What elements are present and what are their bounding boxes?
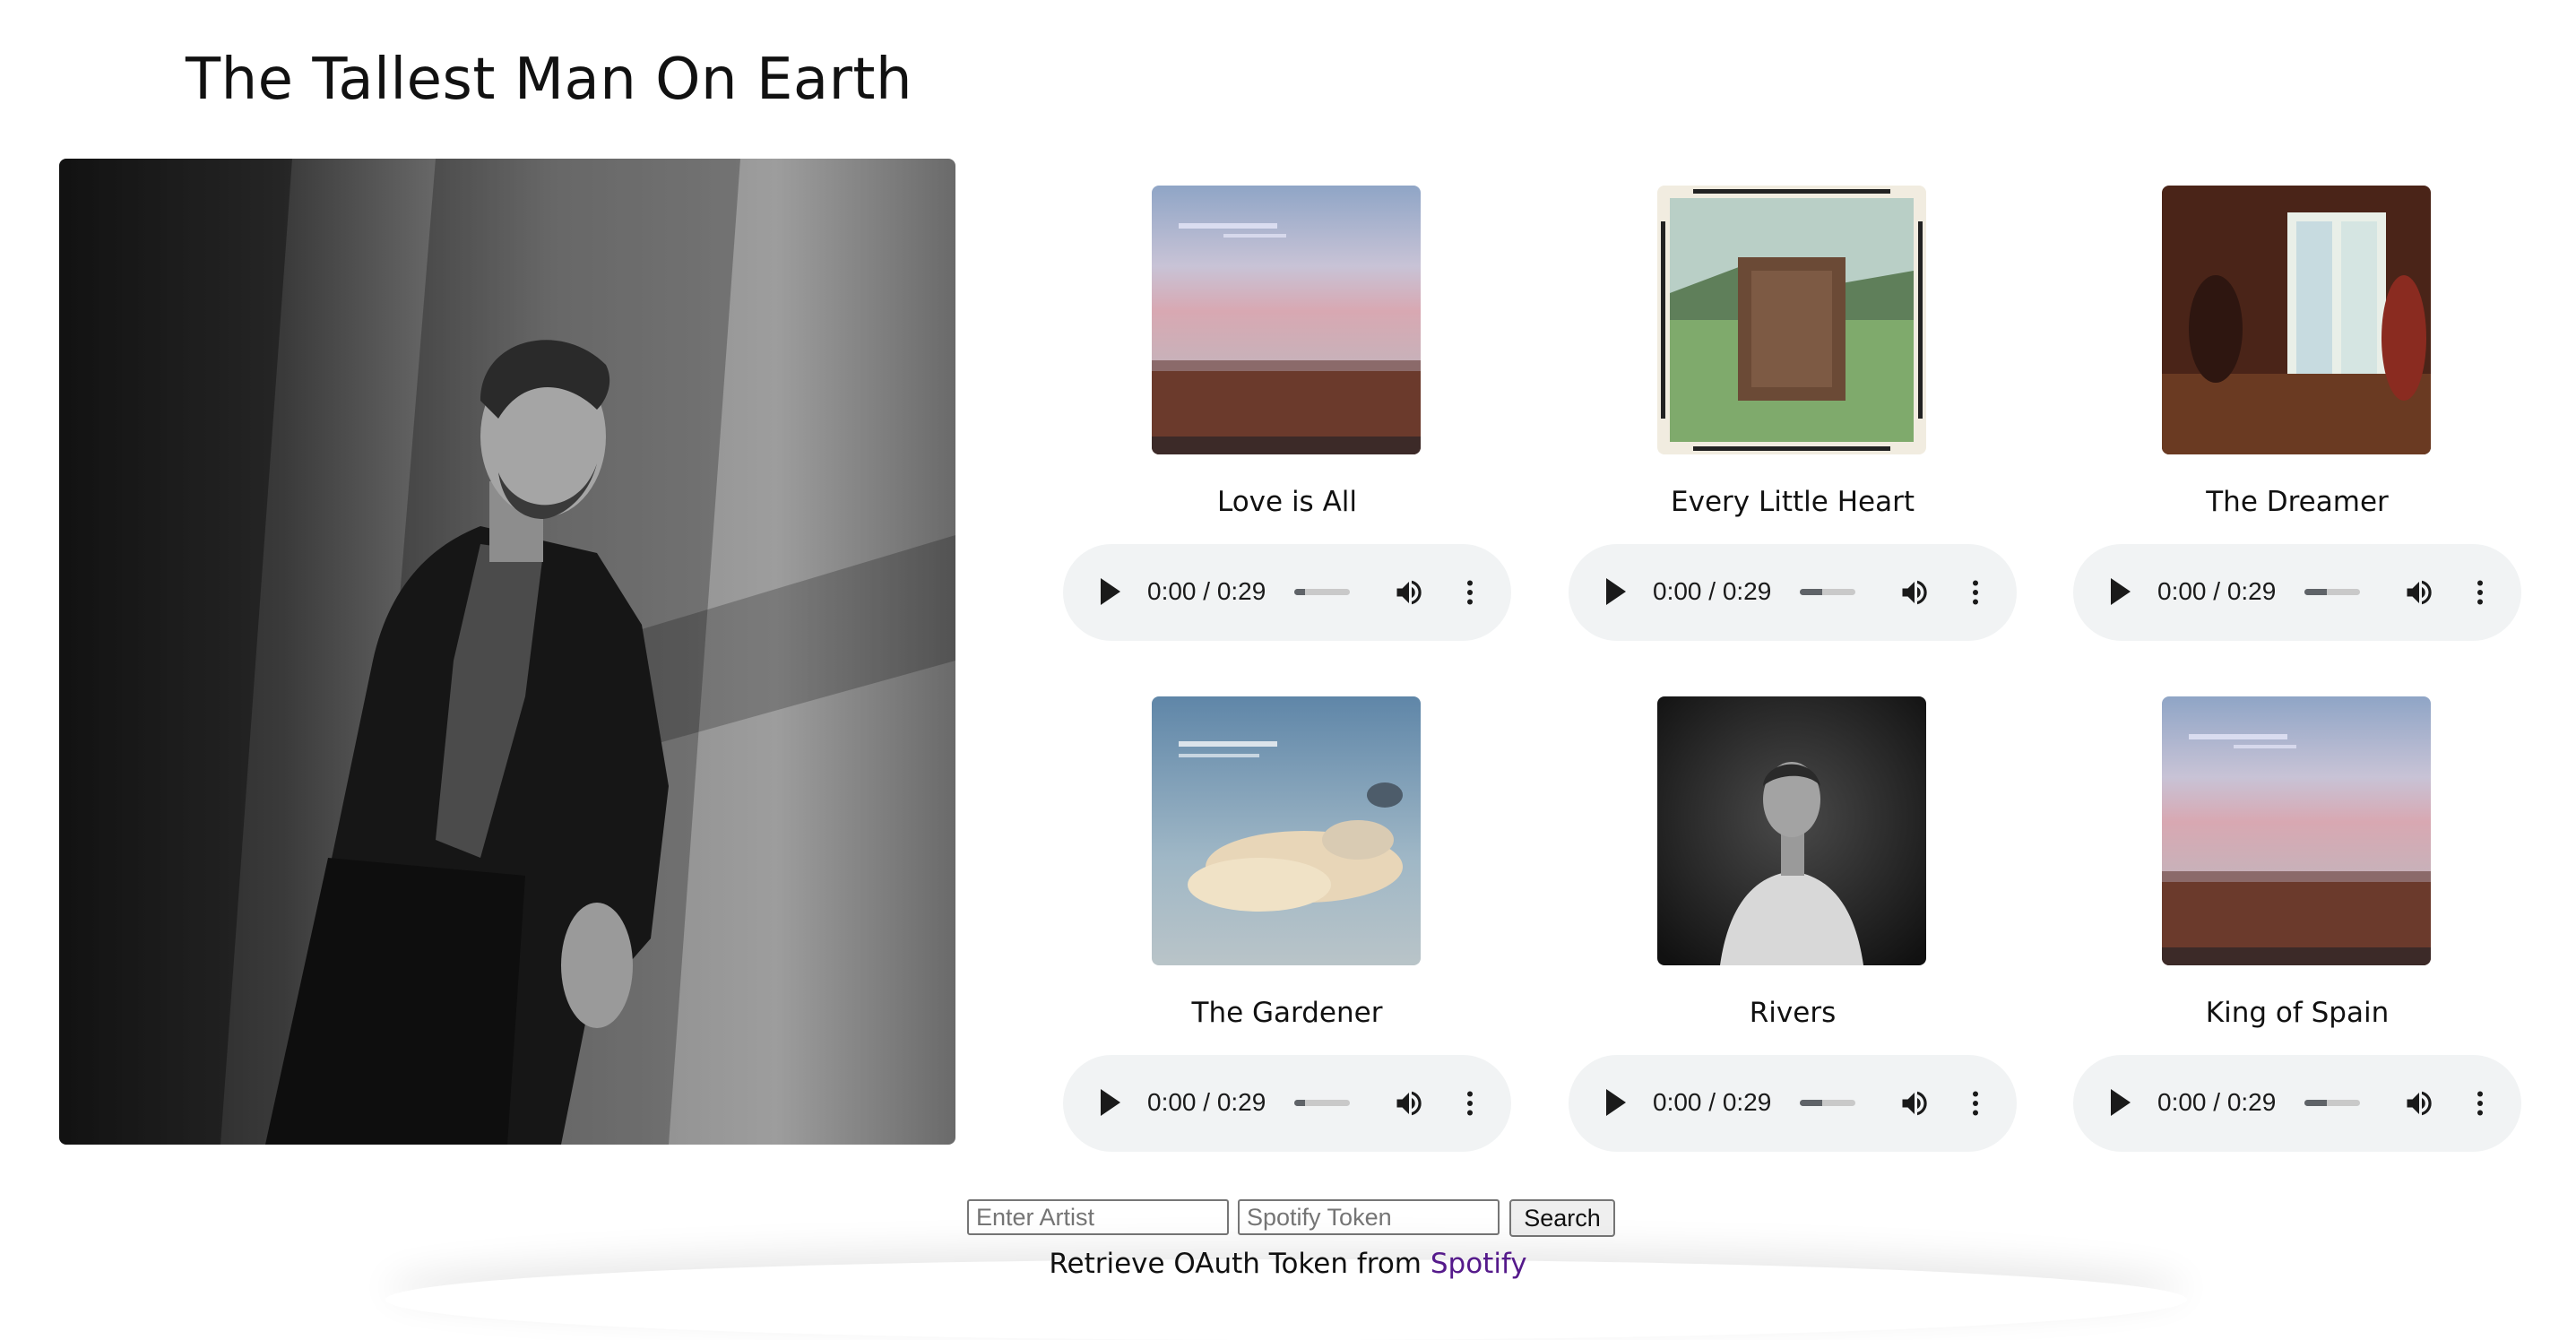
more-vert-icon[interactable]	[1454, 576, 1486, 609]
progress-slider[interactable]	[1294, 1100, 1350, 1106]
volume-icon[interactable]	[1898, 576, 1931, 609]
progress-slider[interactable]	[2304, 1100, 2360, 1106]
spotify-link[interactable]: Spotify	[1431, 1248, 1527, 1280]
audio-player[interactable]: 0:00 / 0:29	[1569, 1055, 2017, 1152]
artist-photo	[59, 159, 955, 1145]
album-cover	[2162, 186, 2431, 454]
album-cover	[2162, 696, 2431, 965]
play-icon[interactable]	[1101, 1089, 1120, 1116]
progress-fill	[2304, 1100, 2327, 1106]
progress-slider[interactable]	[1800, 1100, 1855, 1106]
more-vert-icon[interactable]	[2464, 1087, 2496, 1120]
volume-icon[interactable]	[1898, 1087, 1931, 1120]
track-title: King of Spain	[2205, 997, 2390, 1029]
album-cover	[1657, 186, 1926, 454]
play-icon[interactable]	[1101, 578, 1120, 605]
audio-player[interactable]: 0:00 / 0:29	[1569, 544, 2017, 641]
volume-icon[interactable]	[2403, 576, 2435, 609]
progress-fill	[1800, 589, 1822, 595]
oauth-instructions: Retrieve OAuth Token from Spotify	[0, 1248, 2576, 1280]
oauth-text: Retrieve OAuth Token from	[1049, 1248, 1431, 1280]
more-vert-icon[interactable]	[1959, 576, 1992, 609]
audio-player[interactable]: 0:00 / 0:29	[2073, 1055, 2521, 1152]
search-button[interactable]: Search	[1509, 1199, 1615, 1237]
artist-title: The Tallest Man On Earth	[186, 47, 913, 113]
spotify-token-input[interactable]	[1238, 1199, 1500, 1235]
progress-slider[interactable]	[1294, 589, 1350, 595]
audio-player[interactable]: 0:00 / 0:29	[1063, 544, 1511, 641]
volume-icon[interactable]	[1393, 576, 1425, 609]
volume-icon[interactable]	[1393, 1087, 1425, 1120]
progress-slider[interactable]	[2304, 589, 2360, 595]
track-title: Every Little Heart	[1671, 486, 1915, 518]
more-vert-icon[interactable]	[1959, 1087, 1992, 1120]
track-title: The Dreamer	[2206, 486, 2389, 518]
progress-fill	[2304, 589, 2327, 595]
progress-fill	[1800, 1100, 1822, 1106]
time-display: 0:00 / 0:29	[2157, 577, 2277, 605]
play-icon[interactable]	[2111, 1089, 2131, 1116]
play-icon[interactable]	[1606, 1089, 1626, 1116]
progress-fill	[1294, 1100, 1306, 1106]
time-display: 0:00 / 0:29	[2157, 1088, 2277, 1116]
more-vert-icon[interactable]	[1454, 1087, 1486, 1120]
track-title: Love is All	[1216, 486, 1357, 518]
more-vert-icon[interactable]	[2464, 576, 2496, 609]
audio-player[interactable]: 0:00 / 0:29	[1063, 1055, 1511, 1152]
track-title: Rivers	[1749, 997, 1837, 1029]
album-cover	[1657, 696, 1926, 965]
progress-fill	[1294, 589, 1306, 595]
time-display: 0:00 / 0:29	[1147, 1088, 1266, 1116]
time-display: 0:00 / 0:29	[1653, 577, 1772, 605]
play-icon[interactable]	[2111, 578, 2131, 605]
volume-icon[interactable]	[2403, 1087, 2435, 1120]
time-display: 0:00 / 0:29	[1653, 1088, 1772, 1116]
track-title: The Gardener	[1191, 997, 1383, 1029]
album-cover	[1152, 696, 1421, 965]
time-display: 0:00 / 0:29	[1147, 577, 1266, 605]
progress-slider[interactable]	[1800, 589, 1855, 595]
play-icon[interactable]	[1606, 578, 1626, 605]
audio-player[interactable]: 0:00 / 0:29	[2073, 544, 2521, 641]
album-cover	[1152, 186, 1421, 454]
artist-input[interactable]	[967, 1199, 1229, 1235]
